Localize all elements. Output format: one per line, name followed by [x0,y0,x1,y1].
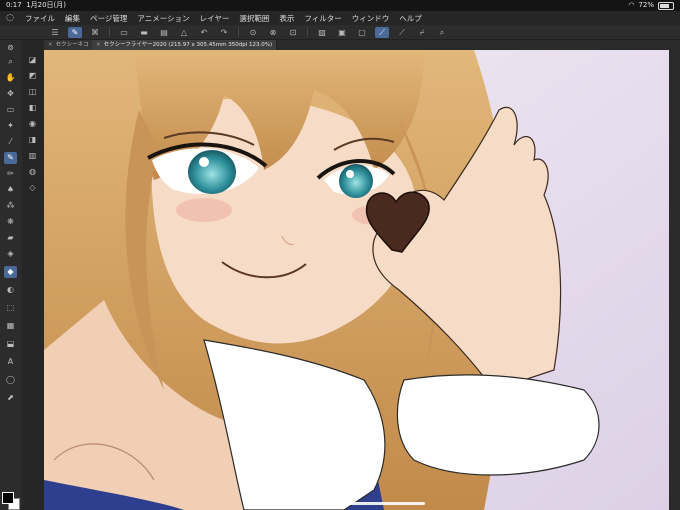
pen-pressure-icon[interactable]: ✎ [68,26,82,38]
clear-icon[interactable]: ⊗ [266,27,280,38]
grid-snap-icon[interactable]: ⌿ [415,27,429,38]
new-file-icon[interactable]: ▭ [117,27,131,38]
hand-icon[interactable]: ✋ [4,72,17,84]
menu-file[interactable]: ファイル [20,13,60,24]
text-icon[interactable]: A [4,356,17,368]
menu-bar: ◌ ファイル 編集 ページ管理 アニメーション レイヤー 選択範囲 表示 フィル… [0,11,680,25]
toolbar-divider [307,27,308,37]
tab-sexy-cat[interactable]: ✕ セクシーネコ [44,40,94,50]
special-ruler-icon[interactable]: ⟋ [395,27,409,38]
layer-icon[interactable]: ◪ [26,54,39,66]
deselect-icon[interactable]: ⊙ [246,27,260,38]
battery-fill [660,3,669,8]
battery-icon [658,1,674,10]
menu-view[interactable]: 表示 [274,13,299,24]
artwork-illustration [44,50,669,510]
balloon-icon[interactable]: ◯ [4,374,17,386]
blend-icon[interactable]: ◈ [4,248,17,260]
app-logo-icon[interactable]: ◌ [0,13,20,23]
drawing-canvas[interactable] [44,50,669,510]
right-scrollbar[interactable] [669,40,680,510]
eyedropper-icon[interactable]: ⁄ [4,136,17,148]
save-icon[interactable]: ▤ [157,27,171,38]
selection-border-icon[interactable]: ▢ [355,27,369,38]
menu-animation[interactable]: アニメーション [132,13,194,24]
menu-icon[interactable]: ☰ [48,27,62,38]
gradient-icon[interactable]: ◐ [4,284,17,296]
tool-palette: ⊚ ⌕ ✋ ✥ ▭ ✦ ⁄ ✎ ✏ ♠ ⁂ ❋ ▰ ◈ ◆ ◐ ⬚ ▦ ⬓ A … [0,40,22,510]
modifier-key-icon[interactable]: ⌘ [88,27,102,38]
layer-icon[interactable]: ◍ [26,166,39,178]
upload-icon[interactable]: △ [177,27,191,38]
decoration-icon[interactable]: ❋ [4,216,17,228]
operation-icon[interactable]: ⬈ [4,392,17,404]
zoom-icon[interactable]: ⌕ [4,56,17,68]
battery-percent: 72% [638,1,654,9]
open-file-icon[interactable]: ▬ [137,27,151,38]
pencil-icon[interactable]: ✏ [4,168,17,180]
ruler-snap-icon[interactable]: ⟋ [375,26,389,38]
frame-icon[interactable]: ▦ [4,320,17,332]
main-color-swatch[interactable] [2,492,14,504]
undo-icon[interactable]: ↶ [197,27,211,38]
menu-page[interactable]: ページ管理 [85,13,132,24]
canvas-toggle-icon[interactable]: ⊚ [4,42,17,54]
layer-icon[interactable]: ◉ [26,118,39,130]
command-bar: ☰ ✎ ⌘ ▭ ▬ ▤ △ ↶ ↷ ⊙ ⊗ ⊡ ▨ ▣ ▢ ⟋ ⟋ ⌿ ⌕ [0,25,680,40]
selection-icon[interactable]: ▭ [4,104,17,116]
tab-sexy-flyer[interactable]: ✕ セクシーフライヤー2020 (215.97 x 305.45mm 350dpi… [92,40,278,50]
move-icon[interactable]: ✥ [4,88,17,100]
fill-selection-icon[interactable]: ▨ [315,27,329,38]
wifi-icon: ◠ [628,1,635,9]
toolbar-divider [238,27,239,37]
brush-icon[interactable]: ♠ [4,184,17,196]
close-icon[interactable]: ✕ [48,42,53,48]
layer-icon[interactable]: ▥ [26,150,39,162]
quick-access-icon[interactable]: ⌕ [435,27,449,38]
figure-icon[interactable]: ⬚ [4,302,17,314]
menu-edit[interactable]: 編集 [60,13,85,24]
document-tabbar: ✕ セクシーネコ ✕ セクシーフライヤー2020 (215.97 x 305.45m… [44,40,669,50]
status-time: 0:17 1月20日(月) [6,1,67,9]
eraser-icon[interactable]: ▰ [4,232,17,244]
status-bar: 0:17 1月20日(月) ◠ 72% [0,0,680,11]
menu-layer[interactable]: レイヤー [195,13,235,24]
toolbar-divider [109,27,110,37]
layers-icon[interactable]: ◇ [26,182,39,194]
status-right: ◠ 72% [628,0,674,11]
menu-filter[interactable]: フィルター [299,13,346,24]
layer-icon[interactable]: ◧ [26,102,39,114]
transform-icon[interactable]: ⊡ [286,27,300,38]
ruler-icon[interactable]: ⬓ [4,338,17,350]
menu-help[interactable]: ヘルプ [394,13,427,24]
sub-tool-palette: ◪ ◩ ◫ ◧ ◉ ◨ ▥ ◍ ◇ [22,40,45,510]
magic-wand-icon[interactable]: ✦ [4,120,17,132]
invert-selection-icon[interactable]: ▣ [335,27,349,38]
menu-selection[interactable]: 選択範囲 [234,13,274,24]
layer-icon[interactable]: ◫ [26,86,39,98]
home-indicator[interactable] [255,502,425,505]
menu-window[interactable]: ウィンドウ [347,13,395,24]
close-icon[interactable]: ✕ [96,42,101,48]
redo-icon[interactable]: ↷ [217,27,231,38]
layer-icon[interactable]: ◩ [26,70,39,82]
layer-icon[interactable]: ◨ [26,134,39,146]
pen-icon[interactable]: ✎ [4,152,17,164]
fill-icon[interactable]: ◆ [4,266,17,278]
airbrush-icon[interactable]: ⁂ [4,200,17,212]
